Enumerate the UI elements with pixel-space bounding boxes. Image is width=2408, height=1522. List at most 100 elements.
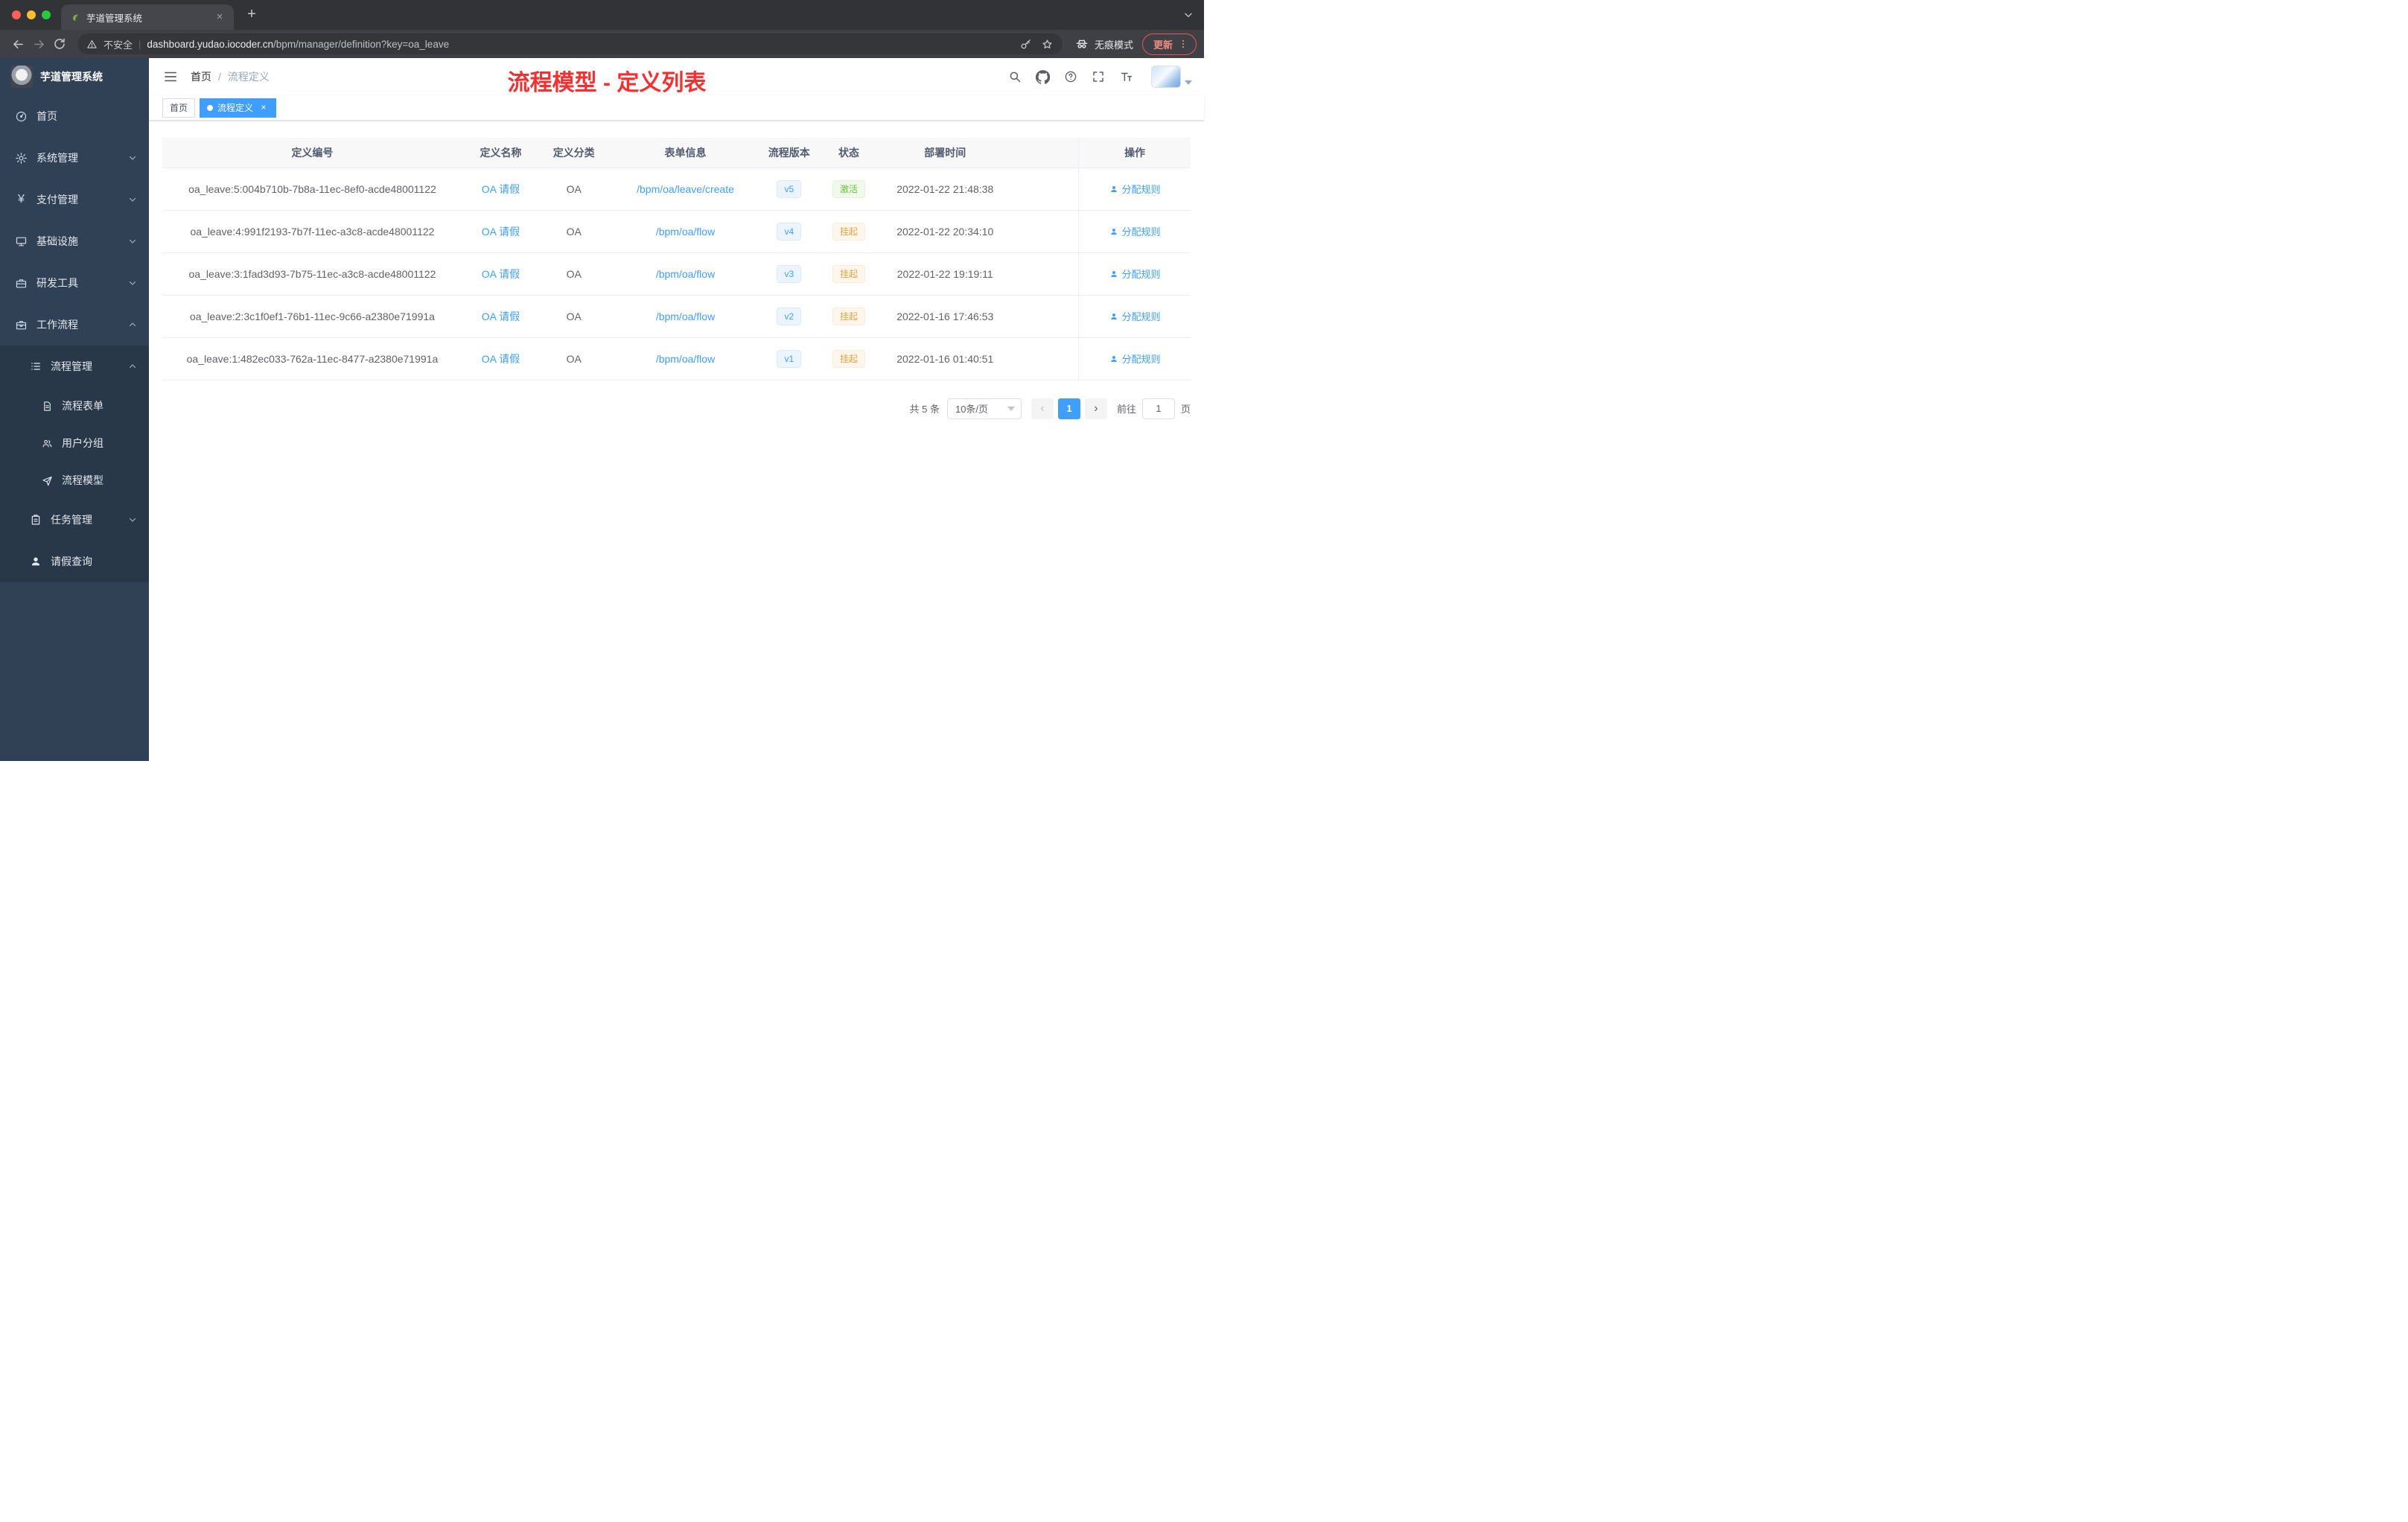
workflow-submenu: 流程管理 流程表单 用户分组 流程模型 任务管理 请假查询	[0, 346, 149, 582]
definition-name-link[interactable]: OA 请假	[482, 183, 520, 195]
definition-name-link[interactable]: OA 请假	[482, 226, 520, 238]
maximize-window-button[interactable]	[42, 10, 51, 19]
tab-search-chevron-icon[interactable]	[1183, 10, 1194, 20]
dashboard-icon	[15, 110, 28, 123]
warning-icon[interactable]	[86, 39, 98, 50]
prev-page-button[interactable]: ‹	[1031, 398, 1054, 419]
search-icon[interactable]	[1008, 70, 1022, 83]
sidebar-item-workflow[interactable]: 工作流程	[0, 304, 149, 346]
password-key-icon[interactable]	[1019, 38, 1032, 51]
sidebar-item-user-groups[interactable]: 用户分组	[0, 424, 149, 462]
assign-rule-button[interactable]: 分配规则	[1109, 182, 1161, 196]
sidebar-item-process-models[interactable]: 流程模型	[0, 462, 149, 499]
monitor-icon	[15, 235, 28, 248]
breadcrumb-separator: /	[218, 71, 221, 83]
sidebar-item-devtools[interactable]: 研发工具	[0, 262, 149, 304]
sidebar-item-task-management[interactable]: 任务管理	[0, 499, 149, 541]
pagination-total: 共 5 条	[909, 404, 940, 415]
browser-tab[interactable]: 芋道管理系统 ×	[61, 4, 234, 30]
users-icon	[42, 438, 53, 449]
definition-name-link[interactable]: OA 请假	[482, 353, 520, 365]
brand-title: 芋道管理系统	[40, 71, 103, 83]
page-number-1[interactable]: 1	[1057, 398, 1080, 419]
table-row: oa_leave:5:004b710b-7b8a-11ec-8ef0-acde4…	[162, 168, 1191, 211]
sidebar-header: 芋道管理系统	[0, 58, 149, 95]
cell-deploy-time: 2022-01-16 17:46:53	[882, 295, 1009, 338]
tab-close-icon[interactable]: ×	[213, 10, 226, 24]
bookmark-star-icon[interactable]	[1041, 38, 1054, 51]
browser-window: 芋道管理系统 × + 不安全 | dashboard.yudao.iocoder…	[0, 0, 1204, 761]
cell-definition-id: oa_leave:3:1fad3d93-7b75-11ec-a3c8-acde4…	[162, 252, 462, 296]
form-link[interactable]: /bpm/oa/flow	[656, 268, 715, 280]
assign-rule-button[interactable]: 分配规则	[1109, 224, 1161, 238]
avatar[interactable]	[1151, 66, 1181, 88]
url-path: /bpm/manager/definition?key=oa_leave	[273, 38, 450, 50]
definition-name-link[interactable]: OA 请假	[482, 268, 520, 280]
font-size-icon[interactable]	[1119, 70, 1134, 83]
url-text[interactable]: dashboard.yudao.iocoder.cn/bpm/manager/d…	[147, 39, 449, 50]
cell-definition-id: oa_leave:2:3c1f0ef1-76b1-11ec-9c66-a2380…	[162, 295, 462, 338]
github-icon[interactable]	[1036, 69, 1050, 84]
status-badge: 激活	[832, 179, 865, 198]
tags-view: 首页 流程定义 ×	[149, 95, 1204, 121]
cell-definition-id: oa_leave:4:991f2193-7b7f-11ec-a3c8-acde4…	[162, 210, 462, 253]
sidebar-item-process-management[interactable]: 流程管理	[0, 346, 149, 387]
tag-close-icon[interactable]: ×	[258, 102, 269, 113]
address-bar[interactable]: 不安全 | dashboard.yudao.iocoder.cn/bpm/man…	[77, 34, 1063, 54]
fullscreen-icon[interactable]	[1092, 70, 1105, 83]
browser-tabstrip: 芋道管理系统 × +	[0, 0, 1204, 30]
form-link[interactable]: /bpm/oa/flow	[656, 353, 715, 365]
goto-page-input[interactable]	[1141, 398, 1175, 419]
new-tab-button[interactable]: +	[241, 4, 262, 25]
sidebar-item-payment[interactable]: ¥ 支付管理	[0, 179, 149, 220]
user-menu[interactable]	[1151, 66, 1192, 88]
gear-icon	[15, 152, 28, 165]
incognito-label: 无痕模式	[1094, 39, 1133, 51]
cell-category: OA	[539, 252, 609, 296]
person-icon	[1109, 185, 1118, 194]
table-row: oa_leave:1:482ec033-762a-11ec-8477-a2380…	[162, 337, 1191, 380]
version-tag: v5	[777, 179, 802, 198]
back-button[interactable]	[7, 34, 28, 54]
update-button[interactable]: 更新	[1141, 33, 1197, 55]
pagination: 共 5 条 10条/页 ‹ 1 › 前往 页	[162, 398, 1191, 419]
definition-name-link[interactable]: OA 请假	[482, 311, 520, 322]
form-link[interactable]: /bpm/oa/flow	[656, 311, 715, 322]
address-separator: |	[138, 38, 141, 50]
chevron-down-icon	[128, 237, 137, 246]
reload-button[interactable]	[49, 34, 70, 54]
help-icon[interactable]	[1064, 70, 1077, 83]
sidebar-item-infrastructure[interactable]: 基础设施	[0, 220, 149, 262]
page-size-select[interactable]: 10条/页	[946, 398, 1022, 419]
tag-process-definition[interactable]: 流程定义 ×	[200, 98, 277, 118]
status-badge: 挂起	[832, 264, 865, 283]
url-host: dashboard.yudao.iocoder.cn	[147, 38, 274, 50]
sidebar-menu: 首页 系统管理 ¥ 支付管理 基础设施 研发工具 工作流程 流程管理 流程表单 …	[0, 95, 149, 761]
sidebar-item-home[interactable]: 首页	[0, 95, 149, 137]
col-process-version: 流程版本	[762, 138, 816, 168]
caret-down-icon	[1185, 80, 1192, 85]
security-label[interactable]: 不安全	[103, 37, 133, 51]
kebab-menu-icon[interactable]	[1178, 38, 1188, 50]
sidebar-item-system[interactable]: 系统管理	[0, 137, 149, 179]
sidebar-item-process-forms[interactable]: 流程表单	[0, 387, 149, 424]
status-badge: 挂起	[832, 222, 865, 241]
assign-rule-button[interactable]: 分配规则	[1109, 309, 1161, 323]
next-page-button[interactable]: ›	[1084, 398, 1107, 419]
assign-rule-button[interactable]: 分配规则	[1109, 267, 1161, 281]
assign-rule-button[interactable]: 分配规则	[1109, 351, 1161, 366]
update-label: 更新	[1153, 39, 1173, 51]
hamburger-icon[interactable]	[161, 67, 180, 86]
tag-home[interactable]: 首页	[162, 98, 196, 118]
forward-button[interactable]	[28, 34, 49, 54]
close-window-button[interactable]	[12, 10, 21, 19]
chevron-down-icon	[128, 515, 137, 524]
minimize-window-button[interactable]	[27, 10, 36, 19]
form-link[interactable]: /bpm/oa/flow	[656, 226, 715, 238]
form-link[interactable]: /bpm/oa/leave/create	[637, 183, 734, 195]
sidebar-item-leave-query[interactable]: 请假查询	[0, 541, 149, 582]
top-navbar: 首页 / 流程定义 流程模型 - 定义列表	[149, 58, 1204, 95]
breadcrumb-home[interactable]: 首页	[191, 69, 211, 84]
chevron-up-icon	[128, 362, 137, 371]
cell-category: OA	[539, 337, 609, 380]
